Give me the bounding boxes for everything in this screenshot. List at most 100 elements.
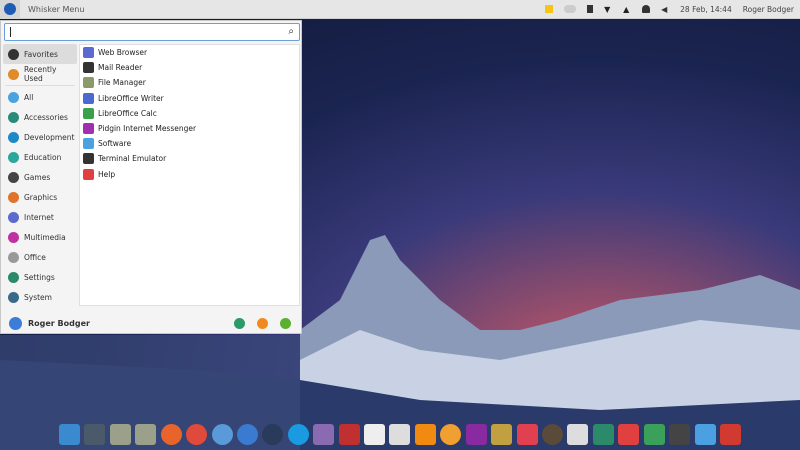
app-item[interactable]: LibreOffice Calc xyxy=(80,106,299,121)
dock-file-manager-icon[interactable] xyxy=(135,423,157,445)
category-label: Graphics xyxy=(24,192,58,202)
app-label: LibreOffice Calc xyxy=(98,108,157,118)
dock-draw-icon[interactable] xyxy=(389,423,411,445)
all-apps-icon xyxy=(8,91,19,103)
dock-transmission-icon[interactable] xyxy=(338,423,360,445)
category-games[interactable]: Games xyxy=(3,167,77,187)
category-office[interactable]: Office xyxy=(3,247,77,267)
dock-desktop-icon[interactable] xyxy=(694,423,716,445)
dock-trash-icon[interactable] xyxy=(719,423,741,445)
dock-anchor-icon[interactable] xyxy=(59,423,80,445)
vlc-tray-icon[interactable]: ▲ xyxy=(623,5,631,14)
category-label: Development xyxy=(24,132,75,142)
app-item[interactable]: Help xyxy=(80,167,299,182)
wifi-icon[interactable]: ▼ xyxy=(604,5,612,14)
app-label: File Manager xyxy=(98,78,146,88)
divider xyxy=(5,85,75,86)
category-label: All xyxy=(24,92,34,102)
settings-manager-icon[interactable] xyxy=(234,317,245,329)
category-education[interactable]: Education xyxy=(3,147,77,167)
dock-speaker-icon[interactable] xyxy=(491,423,513,445)
dock-video-player-icon[interactable] xyxy=(465,423,487,445)
logout-icon[interactable] xyxy=(280,317,291,329)
app-label: Mail Reader xyxy=(98,63,143,73)
dock-thunderbird-icon[interactable] xyxy=(236,423,258,445)
lock-screen-icon[interactable] xyxy=(257,317,268,329)
category-settings[interactable]: Settings xyxy=(3,267,77,287)
clock[interactable]: 28 Feb, 14:44 xyxy=(680,5,732,14)
dock xyxy=(55,420,745,448)
dock-firefox-icon[interactable] xyxy=(160,423,182,445)
user-name[interactable]: Roger Bodger xyxy=(743,5,794,14)
menu-footer: Roger Bodger xyxy=(1,311,301,335)
dock-image-viewer-icon[interactable] xyxy=(516,423,538,445)
dock-file-manager-icon[interactable] xyxy=(109,423,131,445)
category-label: Multimedia xyxy=(24,232,66,242)
category-favorites[interactable]: Favorites xyxy=(3,44,77,64)
office-icon xyxy=(8,251,19,263)
category-graphics[interactable]: Graphics xyxy=(3,187,77,207)
dock-eyes-icon[interactable] xyxy=(542,423,564,445)
whisker-menu: ⌕ Favorites Recently Used All Accessories De… xyxy=(0,20,302,334)
search-icon: ⌕ xyxy=(288,26,294,37)
dock-settings-icon[interactable] xyxy=(592,423,614,445)
category-system[interactable]: System xyxy=(3,287,77,307)
pidgin-icon xyxy=(83,123,94,135)
dock-orange-icon[interactable] xyxy=(440,423,462,445)
app-item[interactable]: Pidgin Internet Messenger xyxy=(80,121,299,136)
active-window-title: Whisker Menu xyxy=(28,4,85,14)
app-item[interactable]: LibreOffice Writer xyxy=(80,91,299,106)
terminal-icon xyxy=(83,153,94,165)
battery-icon[interactable] xyxy=(587,5,594,13)
system-icon xyxy=(8,291,19,303)
dock-skype-icon[interactable] xyxy=(287,423,309,445)
notes-icon[interactable] xyxy=(545,5,554,13)
software-icon xyxy=(83,138,94,150)
dock-search-icon[interactable] xyxy=(618,423,640,445)
dock-system-monitor-icon[interactable] xyxy=(643,423,665,445)
category-recently-used[interactable]: Recently Used xyxy=(3,64,77,84)
dock-vlc-icon[interactable] xyxy=(414,423,436,445)
app-item[interactable]: Mail Reader xyxy=(80,60,299,75)
category-label: Office xyxy=(24,252,46,262)
dock-chromium-icon[interactable] xyxy=(211,423,233,445)
whisker-menu-button[interactable] xyxy=(0,0,20,19)
category-accessories[interactable]: Accessories xyxy=(3,107,77,127)
category-label: Games xyxy=(24,172,51,182)
category-label: Education xyxy=(24,152,62,162)
graphics-icon xyxy=(8,191,19,203)
volume-icon[interactable]: ◀ xyxy=(661,5,669,14)
category-multimedia[interactable]: Multimedia xyxy=(3,227,77,247)
app-item[interactable]: Terminal Emulator xyxy=(80,151,299,166)
internet-icon xyxy=(8,211,19,223)
dock-steam-icon[interactable] xyxy=(262,423,284,445)
libreoffice-writer-icon xyxy=(83,92,94,104)
category-development[interactable]: Development xyxy=(3,127,77,147)
category-label: Favorites xyxy=(24,49,58,59)
app-item[interactable]: Web Browser xyxy=(80,45,299,60)
category-label: Settings xyxy=(24,272,55,282)
notification-bell-icon[interactable] xyxy=(642,5,651,13)
category-all[interactable]: All xyxy=(3,87,77,107)
dock-chrome-icon[interactable] xyxy=(186,423,208,445)
dock-document-icon[interactable] xyxy=(364,423,386,445)
dock-pidgin-icon[interactable] xyxy=(313,423,335,445)
footer-user-name: Roger Bodger xyxy=(28,318,90,328)
category-label: System xyxy=(24,292,52,302)
app-item[interactable]: Software xyxy=(80,136,299,151)
category-label: Recently Used xyxy=(24,65,57,83)
web-browser-icon xyxy=(83,47,94,59)
help-lifebuoy-icon xyxy=(83,168,94,180)
app-label: Pidgin Internet Messenger xyxy=(98,124,197,134)
text-cursor xyxy=(10,27,11,37)
dock-software-install-icon[interactable] xyxy=(567,423,589,445)
clock-icon xyxy=(8,68,19,80)
dock-terminal-icon[interactable] xyxy=(669,423,691,445)
weather-icon[interactable] xyxy=(564,5,577,13)
dock-screenshot-icon[interactable] xyxy=(84,423,106,445)
user-avatar-icon xyxy=(9,316,22,330)
search-input[interactable]: ⌕ xyxy=(4,23,300,41)
app-item[interactable]: File Manager xyxy=(80,75,299,90)
category-internet[interactable]: Internet xyxy=(3,207,77,227)
top-panel: Whisker Menu ▼ ▲ ◀ 28 Feb, 14:44 Roger B… xyxy=(0,0,800,19)
